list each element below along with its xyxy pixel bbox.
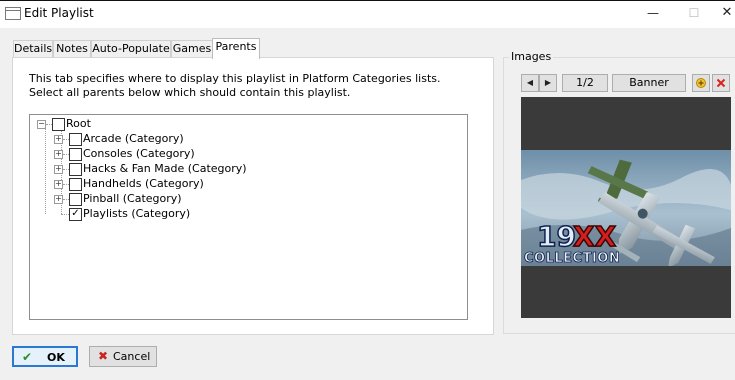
add-image-icon bbox=[696, 78, 706, 88]
minimize-icon: — bbox=[647, 6, 659, 20]
image-counter: 1/2 bbox=[562, 74, 608, 92]
maximize-button[interactable]: ☐ bbox=[679, 4, 709, 22]
banner-image: 19 XX COLLECTION bbox=[521, 150, 731, 266]
tree-node-arcade[interactable]: + Arcade (Category) bbox=[30, 132, 460, 146]
cancel-label: Cancel bbox=[113, 350, 151, 363]
expand-icon[interactable]: + bbox=[54, 135, 63, 144]
svg-text:19: 19 bbox=[537, 220, 576, 253]
svg-text:XX: XX bbox=[573, 220, 617, 253]
tree-node-handhelds[interactable]: + Handhelds (Category) bbox=[30, 177, 460, 191]
window-title: Edit Playlist bbox=[24, 6, 94, 20]
next-image-button[interactable]: ▶ bbox=[539, 74, 557, 92]
playlists-checkbox[interactable]: ✓ bbox=[69, 208, 82, 221]
expand-icon[interactable]: + bbox=[54, 165, 63, 174]
parents-tab-panel: This tab specifies where to display this… bbox=[12, 57, 494, 335]
tab-parents[interactable]: Parents bbox=[212, 38, 260, 59]
tab-notes[interactable]: Notes bbox=[53, 40, 91, 58]
tree-node-label: Playlists (Category) bbox=[83, 207, 191, 220]
expand-icon[interactable]: + bbox=[54, 195, 63, 204]
tab-auto-populate-label: Auto-Populate bbox=[92, 42, 170, 55]
tab-details[interactable]: Details bbox=[13, 40, 53, 58]
tab-games[interactable]: Games bbox=[171, 40, 213, 58]
tab-auto-populate[interactable]: Auto-Populate bbox=[91, 40, 171, 58]
tree-node-label: Hacks & Fan Made (Category) bbox=[83, 162, 247, 175]
parents-tree[interactable]: − Root + Arcade (Category) + Consoles (C… bbox=[29, 114, 468, 320]
tab-notes-label: Notes bbox=[56, 42, 88, 55]
previous-image-button[interactable]: ◀ bbox=[521, 74, 539, 92]
close-icon: ✕ bbox=[721, 5, 733, 20]
tab-games-label: Games bbox=[172, 42, 212, 55]
images-group-label: Images bbox=[509, 50, 554, 63]
image-preview: 19 XX COLLECTION bbox=[521, 97, 731, 318]
maximize-icon: ☐ bbox=[688, 6, 700, 20]
tree-node-label: Pinball (Category) bbox=[83, 192, 182, 205]
expand-icon[interactable]: + bbox=[54, 150, 63, 159]
window-top-border bbox=[0, 0, 735, 1]
svg-text:COLLECTION: COLLECTION bbox=[524, 251, 620, 266]
tree-node-pinball[interactable]: + Pinball (Category) bbox=[30, 192, 460, 206]
pinball-checkbox[interactable] bbox=[69, 193, 82, 206]
tree-node-label: Consoles (Category) bbox=[83, 147, 195, 160]
arrow-right-icon: ▶ bbox=[544, 78, 552, 87]
checkmark-icon: ✓ bbox=[71, 208, 80, 219]
arcade-checkbox[interactable] bbox=[69, 133, 82, 146]
add-image-button[interactable] bbox=[692, 74, 710, 92]
root-checkbox[interactable] bbox=[52, 118, 65, 131]
tab-parents-label: Parents bbox=[215, 40, 257, 53]
ok-button[interactable]: ✔ OK bbox=[12, 346, 78, 367]
minimize-button[interactable]: — bbox=[638, 4, 668, 22]
collapse-icon[interactable]: − bbox=[37, 120, 46, 129]
tree-node-root[interactable]: − Root bbox=[30, 117, 460, 131]
handhelds-checkbox[interactable] bbox=[69, 178, 82, 191]
consoles-checkbox[interactable] bbox=[69, 148, 82, 161]
cancel-icon: ✖ bbox=[98, 349, 109, 363]
close-button[interactable]: ✕ bbox=[719, 4, 735, 22]
window-app-icon bbox=[5, 7, 21, 20]
tree-line bbox=[61, 214, 69, 215]
ok-label: OK bbox=[47, 351, 65, 364]
delete-image-button[interactable] bbox=[712, 74, 730, 92]
parents-description: This tab specifies where to display this… bbox=[29, 72, 441, 99]
delete-image-icon bbox=[716, 78, 726, 88]
checkmark-icon: ✔ bbox=[22, 350, 33, 364]
hacks-fan-made-checkbox[interactable] bbox=[69, 163, 82, 176]
tab-details-label: Details bbox=[14, 42, 53, 55]
tree-node-label: Root bbox=[66, 117, 91, 130]
tree-node-playlists[interactable]: ✓ Playlists (Category) bbox=[30, 207, 460, 221]
title-bar: Edit Playlist — ☐ ✕ bbox=[0, 0, 735, 28]
arrow-left-icon: ◀ bbox=[526, 78, 534, 87]
cancel-button[interactable]: ✖ Cancel bbox=[89, 346, 157, 367]
tree-node-consoles[interactable]: + Consoles (Category) bbox=[30, 147, 460, 161]
tree-node-label: Handhelds (Category) bbox=[83, 177, 204, 190]
tree-node-label: Arcade (Category) bbox=[83, 132, 184, 145]
tree-node-hacks-fan-made[interactable]: + Hacks & Fan Made (Category) bbox=[30, 162, 460, 176]
image-type-selector[interactable]: Banner bbox=[612, 74, 686, 92]
expand-icon[interactable]: + bbox=[54, 180, 63, 189]
